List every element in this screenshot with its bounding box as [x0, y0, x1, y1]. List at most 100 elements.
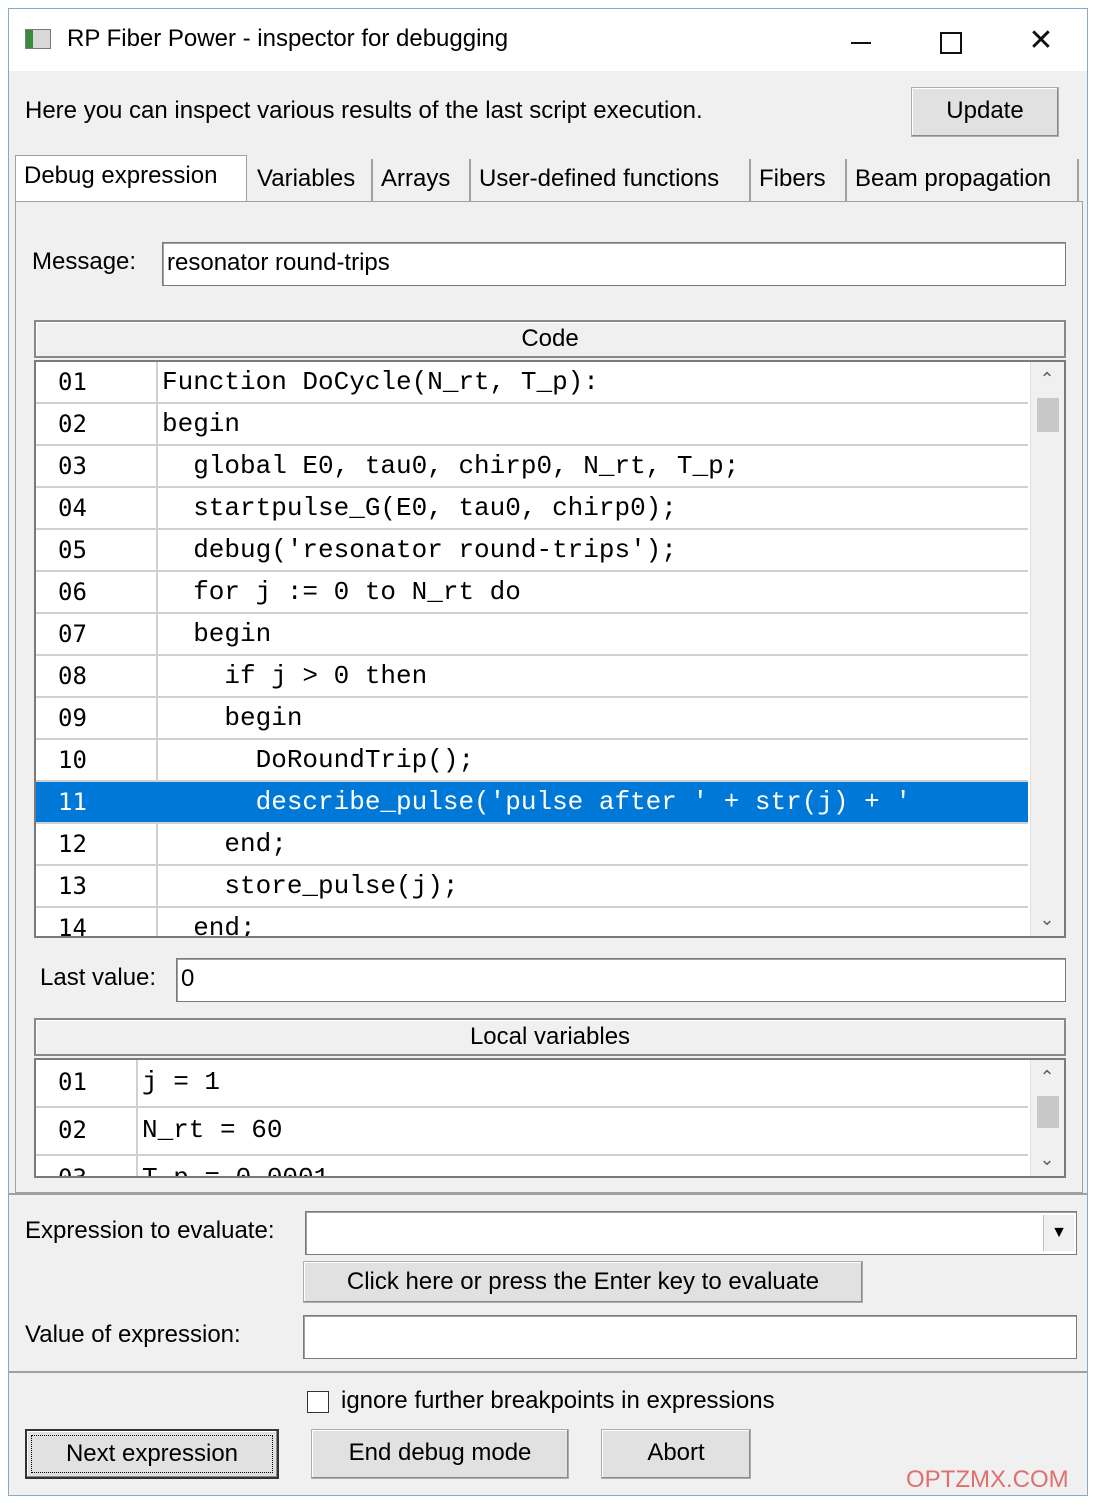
- code-row[interactable]: 03 global E0, tau0, chirp0, N_rt, T_p;: [36, 446, 1028, 488]
- code-grid-scrollbar[interactable]: ⌃ ⌄: [1030, 362, 1064, 936]
- ignore-breakpoints-label[interactable]: ignore further breakpoints in expression…: [341, 1387, 775, 1415]
- next-expression-button[interactable]: Next expression: [25, 1429, 279, 1479]
- code-row-text: store_pulse(j);: [162, 871, 459, 901]
- code-row[interactable]: 07 begin: [36, 614, 1028, 656]
- code-row-text: DoRoundTrip();: [162, 745, 475, 775]
- update-button[interactable]: Update: [911, 87, 1059, 137]
- tab-variables[interactable]: Variables: [249, 159, 373, 201]
- code-row-text: Function DoCycle(N_rt, T_p):: [162, 367, 599, 397]
- tab-arrays[interactable]: Arrays: [373, 159, 471, 201]
- code-row-number: 07: [36, 614, 158, 654]
- code-row[interactable]: 12 end;: [36, 824, 1028, 866]
- locals-row-number: 02: [36, 1108, 138, 1154]
- last-value-label: Last value:: [40, 964, 157, 991]
- scroll-up-icon[interactable]: ⌃: [1031, 364, 1063, 394]
- app-icon: [25, 29, 51, 49]
- code-row[interactable]: 08 if j > 0 then: [36, 656, 1028, 698]
- code-row-text: end;: [162, 913, 256, 938]
- tab-bar: Debug expression Variables Arrays User-d…: [15, 155, 1087, 203]
- intro-text: Here you can inspect various results of …: [25, 97, 703, 124]
- code-row-number: 11: [36, 782, 158, 822]
- value-of-expression-label: Value of expression:: [25, 1321, 241, 1348]
- code-row-number: 06: [36, 572, 158, 612]
- message-label: Message:: [32, 248, 137, 275]
- watermark: OPTZMX.COM: [906, 1466, 1069, 1493]
- scroll-up-icon[interactable]: ⌃: [1031, 1062, 1063, 1092]
- inspector-window: RP Fiber Power - inspector for debugging…: [8, 8, 1088, 1496]
- locals-grid-scrollbar[interactable]: ⌃ ⌄: [1030, 1060, 1064, 1176]
- code-row-number: 09: [36, 698, 158, 738]
- debug-expression-panel: Message: resonator round-trips Code 01 F…: [15, 201, 1083, 1193]
- dropdown-arrow-icon[interactable]: ▼: [1043, 1215, 1074, 1251]
- maximize-button[interactable]: [921, 19, 981, 63]
- locals-row-text: T_p = 0.0001: [142, 1163, 330, 1178]
- locals-row-number: 01: [36, 1060, 138, 1106]
- code-row-number: 02: [36, 404, 158, 444]
- section-divider: [9, 1193, 1087, 1195]
- scroll-down-icon[interactable]: ⌄: [1031, 904, 1063, 934]
- scroll-thumb[interactable]: [1037, 398, 1059, 432]
- code-row-number: 01: [36, 362, 158, 402]
- locals-row[interactable]: 03 T_p = 0.0001: [36, 1156, 1028, 1178]
- code-grid-header[interactable]: Code: [34, 320, 1066, 358]
- code-row-number: 04: [36, 488, 158, 528]
- code-row-text: debug('resonator round-trips');: [162, 535, 677, 565]
- code-row[interactable]: 05 debug('resonator round-trips');: [36, 530, 1028, 572]
- locals-grid[interactable]: 01 j = 1 02 N_rt = 60 03 T_p = 0.0001 ⌃ …: [34, 1058, 1066, 1178]
- code-row-text: begin: [162, 409, 241, 439]
- code-row[interactable]: 09 begin: [36, 698, 1028, 740]
- locals-row[interactable]: 01 j = 1: [36, 1060, 1028, 1108]
- end-debug-mode-button[interactable]: End debug mode: [311, 1429, 569, 1479]
- expression-combobox[interactable]: [305, 1211, 1077, 1255]
- code-row[interactable]: 06 for j := 0 to N_rt do: [36, 572, 1028, 614]
- code-row[interactable]: 01 Function DoCycle(N_rt, T_p):: [36, 362, 1028, 404]
- locals-grid-header[interactable]: Local variables: [34, 1018, 1066, 1056]
- next-expression-label: Next expression: [65, 1440, 239, 1467]
- tab-debug-expression[interactable]: Debug expression: [15, 155, 247, 203]
- abort-button[interactable]: Abort: [601, 1429, 751, 1479]
- code-row-text: begin: [162, 619, 272, 649]
- code-row-text: begin: [162, 703, 303, 733]
- last-value-field[interactable]: 0: [176, 958, 1066, 1002]
- code-row-number: 10: [36, 740, 158, 780]
- scroll-down-icon[interactable]: ⌄: [1031, 1144, 1063, 1174]
- scroll-thumb[interactable]: [1037, 1096, 1059, 1128]
- window-title: RP Fiber Power - inspector for debugging: [67, 25, 509, 52]
- code-row[interactable]: 13 store_pulse(j);: [36, 866, 1028, 908]
- title-bar[interactable]: RP Fiber Power - inspector for debugging…: [9, 9, 1087, 71]
- minimize-button[interactable]: [831, 19, 891, 63]
- section-divider: [9, 1371, 1087, 1373]
- code-row-number: 05: [36, 530, 158, 570]
- code-row-number: 08: [36, 656, 158, 696]
- code-row-text: for j := 0 to N_rt do: [162, 577, 521, 607]
- maximize-icon: [940, 32, 962, 55]
- code-row-number: 03: [36, 446, 158, 486]
- value-of-expression-field[interactable]: [303, 1315, 1077, 1359]
- locals-row-number: 03: [36, 1156, 138, 1176]
- code-row-selected[interactable]: 11 describe_pulse('pulse after ' + str(j…: [36, 782, 1028, 824]
- code-row-number: 13: [36, 866, 158, 906]
- code-row-text: describe_pulse('pulse after ' + str(j) +…: [162, 787, 911, 817]
- ignore-breakpoints-checkbox[interactable]: [307, 1391, 329, 1413]
- code-row-text: startpulse_G(E0, tau0, chirp0);: [162, 493, 677, 523]
- locals-row-text: N_rt = 60: [142, 1115, 283, 1145]
- code-row[interactable]: 04 startpulse_G(E0, tau0, chirp0);: [36, 488, 1028, 530]
- minimize-icon: [851, 42, 871, 45]
- tab-user-defined-functions[interactable]: User-defined functions: [471, 159, 751, 201]
- close-icon: ✕: [1028, 24, 1054, 57]
- code-row-text: end;: [162, 829, 287, 859]
- close-button[interactable]: ✕: [1011, 19, 1071, 63]
- code-row-text: global E0, tau0, chirp0, N_rt, T_p;: [162, 451, 740, 481]
- message-field[interactable]: resonator round-trips: [162, 242, 1066, 286]
- code-row-text: if j > 0 then: [162, 661, 428, 691]
- code-grid[interactable]: 01 Function DoCycle(N_rt, T_p): 02 begin…: [34, 360, 1066, 938]
- evaluate-button[interactable]: Click here or press the Enter key to eva…: [303, 1261, 863, 1303]
- code-row-number: 14: [36, 908, 158, 936]
- tab-beam-propagation[interactable]: Beam propagation: [847, 159, 1079, 201]
- locals-row[interactable]: 02 N_rt = 60: [36, 1108, 1028, 1156]
- code-row[interactable]: 14 end;: [36, 908, 1028, 938]
- code-row[interactable]: 10 DoRoundTrip();: [36, 740, 1028, 782]
- locals-row-text: j = 1: [142, 1067, 221, 1097]
- tab-fibers[interactable]: Fibers: [751, 159, 847, 201]
- code-row[interactable]: 02 begin: [36, 404, 1028, 446]
